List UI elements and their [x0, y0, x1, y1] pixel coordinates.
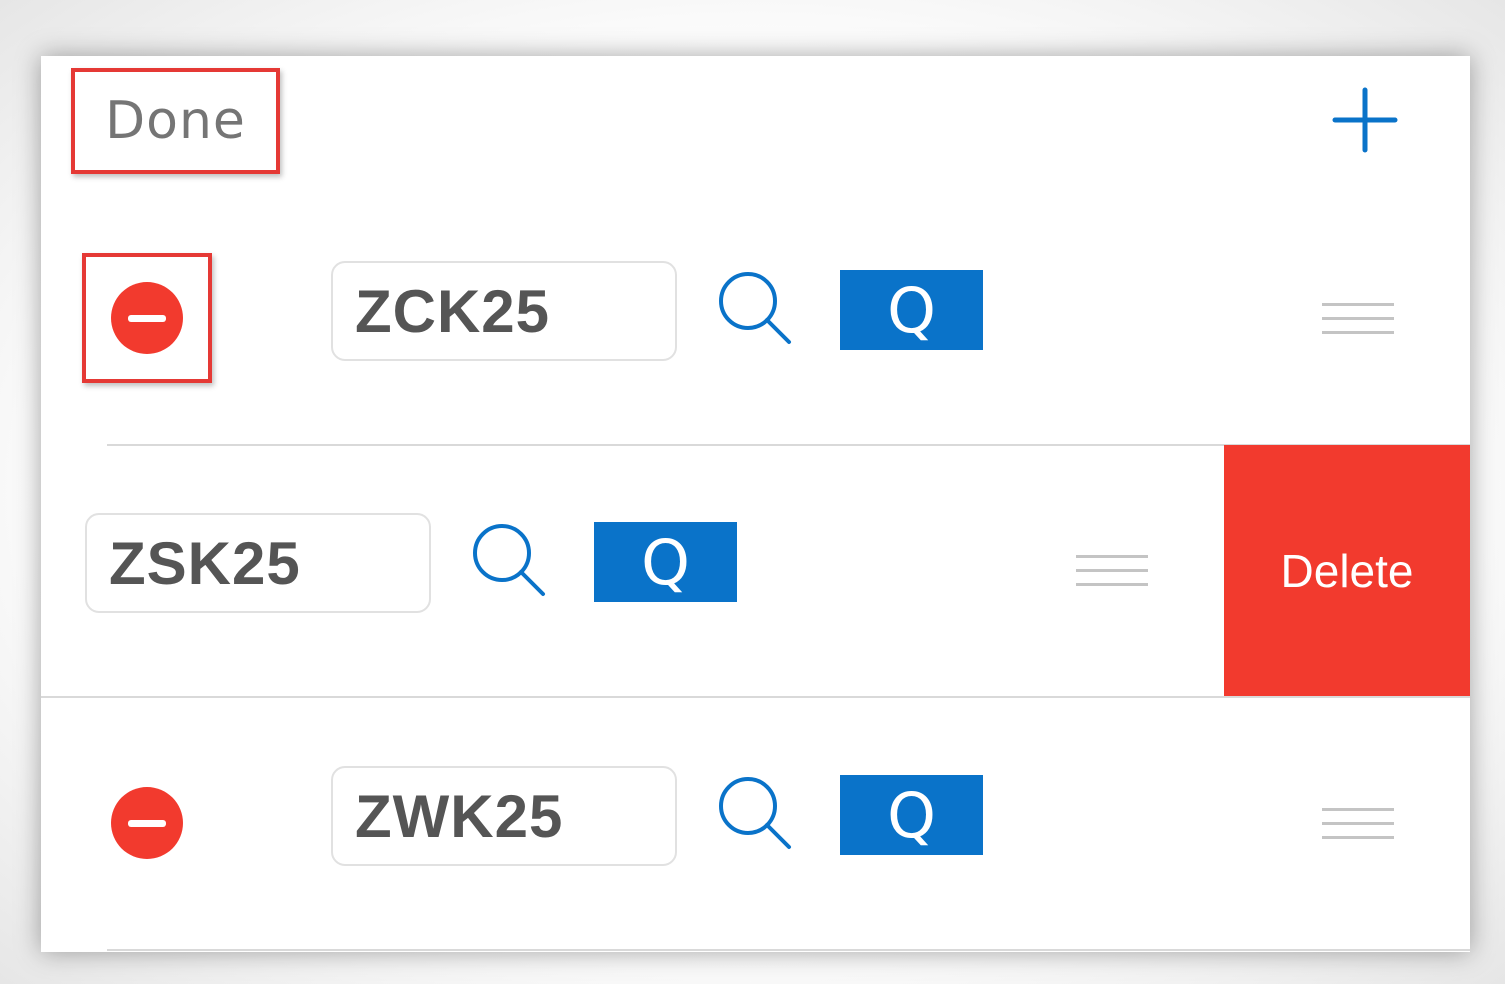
drag-handle-icon[interactable]: [1076, 555, 1148, 595]
divider: [41, 696, 1470, 698]
search-icon[interactable]: [717, 775, 793, 851]
symbol-field[interactable]: ZSK25: [85, 513, 431, 613]
quote-button[interactable]: Q: [594, 522, 737, 602]
search-icon[interactable]: [471, 522, 547, 598]
symbol-field[interactable]: ZWK25: [331, 766, 677, 866]
minus-circle-icon[interactable]: [111, 282, 183, 354]
remove-button-highlight: [82, 253, 212, 383]
minus-circle-icon[interactable]: [111, 787, 183, 859]
search-icon[interactable]: [717, 270, 793, 346]
drag-handle-icon[interactable]: [1322, 808, 1394, 848]
drag-handle-icon[interactable]: [1322, 303, 1394, 343]
remove-button-wrap: [82, 758, 212, 888]
watchlist-edit-screen: Done ZCK25 Q ZSK25 Q Delete ZWK25 Q: [41, 56, 1470, 952]
plus-icon[interactable]: [1331, 86, 1399, 154]
divider: [107, 949, 1470, 951]
quote-button[interactable]: Q: [840, 270, 983, 350]
delete-button[interactable]: Delete: [1224, 445, 1470, 696]
done-button[interactable]: Done: [71, 68, 280, 174]
quote-button[interactable]: Q: [840, 775, 983, 855]
symbol-field[interactable]: ZCK25: [331, 261, 677, 361]
